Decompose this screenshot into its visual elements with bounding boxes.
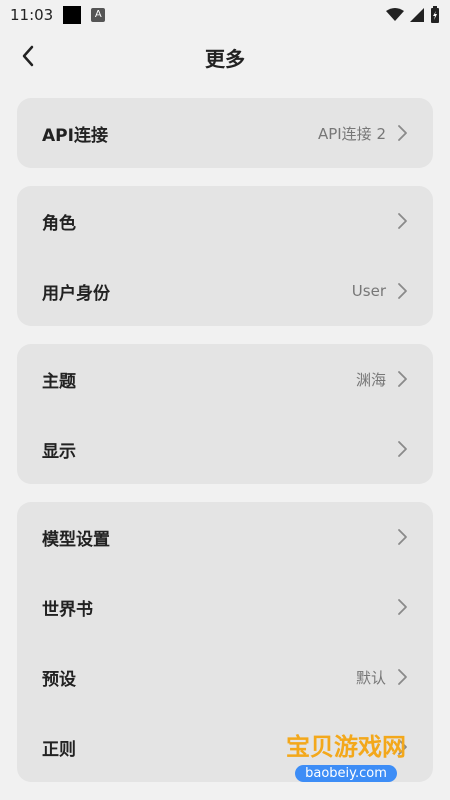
- settings-item-label: API连接: [42, 125, 108, 146]
- settings-item-value: 默认: [355, 668, 386, 687]
- watermark-logo: 宝贝游戏网 baobeiy.com: [276, 727, 416, 782]
- settings-item-label: 世界书: [42, 599, 93, 620]
- status-icons: [386, 6, 440, 24]
- watermark-subtitle: baobeiy.com: [295, 765, 397, 782]
- settings-item-user-identity[interactable]: 用户身份 User: [17, 256, 433, 326]
- settings-item-label: 角色: [42, 213, 76, 234]
- chevron-right-icon: [396, 668, 408, 686]
- settings-item-label: 显示: [42, 441, 76, 462]
- settings-item-display[interactable]: 显示: [17, 414, 433, 484]
- settings-item-value: API连接 2: [317, 124, 386, 143]
- settings-item-world-book[interactable]: 世界书: [17, 572, 433, 642]
- settings-item-label: 预设: [42, 669, 76, 690]
- settings-group-appearance: 主题 渊海 显示: [17, 344, 433, 484]
- settings-item-character[interactable]: 角色: [17, 186, 433, 256]
- settings-item-label: 模型设置: [42, 529, 110, 550]
- settings-item-model-settings[interactable]: 模型设置: [17, 502, 433, 572]
- settings-item-value: 渊海: [355, 370, 386, 389]
- signal-icon: [410, 8, 424, 22]
- chevron-right-icon: [396, 282, 408, 300]
- battery-icon: [431, 6, 439, 23]
- notification-square-icon: [63, 6, 82, 24]
- settings-item-api-connection[interactable]: API连接 API连接 2: [17, 98, 433, 168]
- app-a-icon: A: [91, 8, 106, 22]
- app-header: 更多: [0, 30, 450, 88]
- settings-item-label: 主题: [42, 371, 76, 392]
- settings-item-theme[interactable]: 主题 渊海: [17, 344, 433, 414]
- settings-group-persona: 角色 用户身份 User: [17, 186, 433, 326]
- chevron-right-icon: [396, 370, 408, 388]
- settings-item-value: User: [351, 282, 386, 300]
- status-bar: 11:03 A: [0, 0, 450, 30]
- wifi-icon: [386, 8, 404, 21]
- back-button[interactable]: [10, 38, 46, 74]
- chevron-right-icon: [396, 440, 408, 458]
- chevron-right-icon: [396, 124, 408, 142]
- page-title: 更多: [205, 46, 245, 71]
- chevron-right-icon: [396, 598, 408, 616]
- back-arrow-icon: [22, 45, 34, 67]
- chevron-right-icon: [396, 528, 408, 546]
- watermark-title: 宝贝游戏网: [286, 733, 406, 761]
- status-time: 11:03: [10, 6, 54, 24]
- chevron-right-icon: [396, 212, 408, 230]
- settings-item-label: 用户身份: [42, 283, 110, 304]
- settings-group-api: API连接 API连接 2: [17, 98, 433, 168]
- settings-item-preset[interactable]: 预设 默认: [17, 642, 433, 712]
